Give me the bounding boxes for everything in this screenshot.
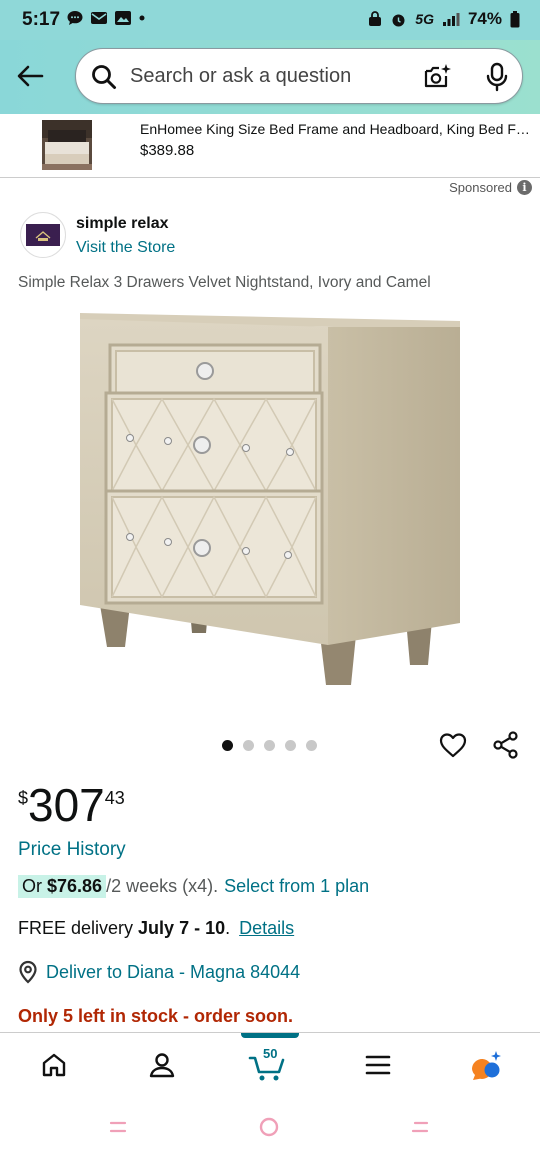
delivery-info: FREE delivery July 7 - 10. Details: [18, 918, 294, 939]
installment-amount: $76.86: [47, 876, 103, 896]
nav-menu[interactable]: [358, 1047, 398, 1083]
deliver-to-text[interactable]: Deliver to Diana - Magna 84044: [46, 962, 300, 983]
price-fraction: 43: [104, 788, 125, 808]
search-icon: [92, 65, 116, 89]
banner-product-price: $389.88: [140, 142, 195, 159]
nav-home[interactable]: [34, 1047, 74, 1083]
status-time: 5:17: [22, 9, 61, 30]
battery-percent: 74%: [467, 9, 502, 28]
installment-plan: Or $76.86 /2 weeks (x4). Select from 1 p…: [18, 875, 369, 898]
recent-apps-icon[interactable]: [108, 1120, 128, 1134]
store-name: simple relax: [76, 215, 169, 232]
product-image[interactable]: [70, 305, 470, 695]
bed-thumbnail-image: [42, 120, 92, 170]
deliver-to-location[interactable]: Deliver to Diana - Magna 84044: [18, 960, 300, 984]
system-navigation-bar: [0, 1096, 540, 1158]
info-icon[interactable]: i: [517, 180, 532, 195]
lock-icon: [369, 11, 382, 26]
dot-icon: [139, 15, 145, 21]
camera-search-icon[interactable]: [422, 62, 452, 92]
rufus-assistant-icon: [472, 1051, 501, 1080]
mail-icon: [91, 12, 107, 24]
home-icon: [42, 1053, 66, 1077]
delivery-period: .: [225, 918, 231, 938]
select-plan-link[interactable]: Select from 1 plan: [224, 876, 369, 897]
installment-suffix: /2 weeks (x4).: [106, 876, 219, 896]
status-right: 5G 74%: [368, 9, 520, 29]
price-currency: $: [18, 788, 29, 808]
gallery-icon: [115, 11, 131, 25]
share-icon[interactable]: [491, 730, 521, 760]
account-icon: [149, 1053, 175, 1078]
carousel-dot-1[interactable]: [222, 740, 233, 751]
price-whole: 307: [28, 779, 105, 831]
banner-product-title[interactable]: EnHomee King Size Bed Frame and Headboar…: [140, 121, 532, 137]
nav-account[interactable]: [142, 1047, 182, 1083]
chat-icon: [67, 11, 83, 25]
store-logo[interactable]: [20, 212, 66, 258]
network-label: 5G: [415, 11, 434, 27]
wishlist-heart-icon[interactable]: [438, 730, 468, 760]
active-tab-indicator: [241, 1033, 299, 1038]
installment-prefix: Or: [22, 876, 47, 896]
delivery-details-link[interactable]: Details: [239, 918, 294, 938]
status-bar: 5:17 5G 74%: [0, 0, 540, 40]
store-logo-image: [26, 224, 60, 246]
sponsored-label-row[interactable]: Sponsored i: [449, 180, 532, 195]
back-button[interactable]: [12, 58, 48, 94]
product-title: Simple Relax 3 Drawers Velvet Nightstand…: [18, 274, 431, 291]
search-box[interactable]: Search or ask a question: [75, 48, 523, 104]
product-price: $ 307 43: [18, 780, 125, 830]
carousel-dot-5[interactable]: [306, 740, 317, 751]
installment-amount-pill: Or $76.86: [18, 875, 107, 898]
carousel-dot-3[interactable]: [264, 740, 275, 751]
delivery-dates: July 7 - 10: [138, 918, 226, 938]
sponsored-product-banner[interactable]: EnHomee King Size Bed Frame and Headboar…: [0, 114, 540, 178]
back-arrow-icon: [17, 65, 44, 87]
alarm-icon: [392, 14, 405, 26]
visit-store-link[interactable]: Visit the Store: [76, 239, 175, 257]
location-pin-icon: [19, 960, 37, 984]
back-system-icon[interactable]: [410, 1120, 430, 1134]
notification-icons: [66, 9, 146, 27]
image-carousel-dots[interactable]: [222, 740, 317, 751]
search-input[interactable]: Search or ask a question: [130, 65, 351, 88]
microphone-icon[interactable]: [486, 62, 508, 92]
nav-rufus[interactable]: [466, 1047, 506, 1083]
header: Search or ask a question: [0, 40, 540, 114]
bottom-navigation: [0, 1032, 540, 1096]
stock-warning: Only 5 left in stock - order soon.: [18, 1006, 294, 1026]
home-system-icon[interactable]: [258, 1116, 280, 1138]
battery-icon: [510, 10, 520, 27]
menu-icon: [365, 1055, 391, 1075]
sponsored-label: Sponsored: [449, 180, 512, 195]
cart-count-badge: 50: [263, 1046, 278, 1061]
price-history-link[interactable]: Price History: [18, 839, 126, 861]
carousel-dot-2[interactable]: [243, 740, 254, 751]
signal-icon: [442, 13, 460, 26]
delivery-prefix: FREE delivery: [18, 918, 139, 938]
carousel-dot-4[interactable]: [285, 740, 296, 751]
